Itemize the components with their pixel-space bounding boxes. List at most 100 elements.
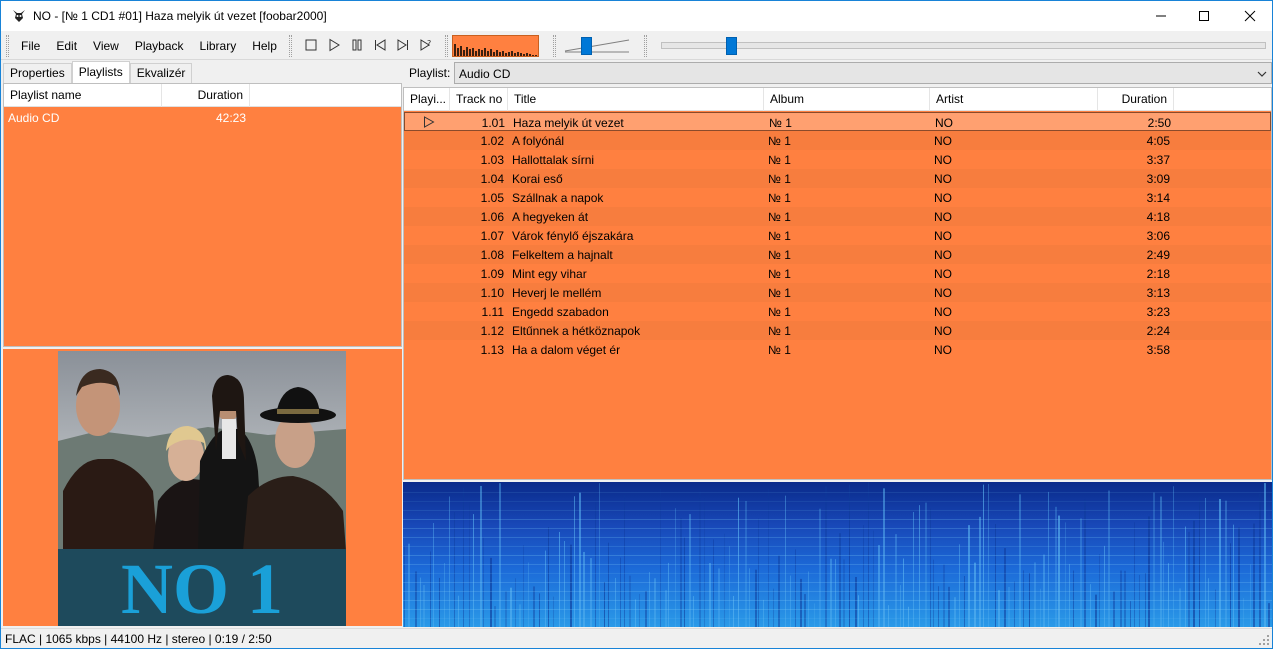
now-playing-icon xyxy=(423,116,435,131)
track-duration: 3:23 xyxy=(1146,305,1170,319)
playlist-manager: Playlist name Duration Audio CD 42:23 xyxy=(3,83,402,347)
menu-file[interactable]: File xyxy=(13,35,48,57)
mini-spectrum-visualization[interactable] xyxy=(452,35,539,57)
column-playing[interactable]: Playi... xyxy=(404,88,450,111)
seek-thumb[interactable] xyxy=(726,37,737,55)
track-row[interactable]: 1.06 A hegyeken át № 1 NO 4:18 xyxy=(404,207,1271,226)
column-duration[interactable]: Duration xyxy=(162,84,250,107)
foobar2000-window: NO - [№ 1 CD1 #01] Haza melyik út vezet … xyxy=(0,0,1273,649)
track-row[interactable]: 1.04 Korai eső № 1 NO 3:09 xyxy=(404,169,1271,188)
track-album: № 1 xyxy=(768,134,791,148)
track-number: 1.01 xyxy=(481,116,505,130)
seek-bar[interactable] xyxy=(661,37,1266,55)
stop-button[interactable] xyxy=(299,34,322,56)
track-row[interactable]: 1.07 Várok fénylő éjszakára № 1 NO 3:06 xyxy=(404,226,1271,245)
playlist-row[interactable]: Audio CD 42:23 xyxy=(4,108,401,127)
title-bar[interactable]: NO - [№ 1 CD1 #01] Haza melyik út vezet … xyxy=(1,1,1272,31)
status-bar: FLAC | 1065 kbps | 44100 Hz | stereo | 0… xyxy=(1,628,1272,648)
track-number: 1.08 xyxy=(480,248,504,262)
menu-library[interactable]: Library xyxy=(192,35,245,57)
track-row[interactable]: 1.12 Eltűnnek a hétköznapok № 1 NO 2:24 xyxy=(404,321,1271,340)
track-title: Várok fénylő éjszakára xyxy=(512,229,634,243)
tab-equalizer[interactable]: Ekvalizér xyxy=(129,63,193,83)
track-row[interactable]: 1.13 Ha a dalom véget ér № 1 NO 3:58 xyxy=(404,340,1271,359)
pause-button[interactable] xyxy=(345,34,368,56)
track-number: 1.12 xyxy=(480,324,504,338)
track-row[interactable]: 1.10 Heverj le mellém № 1 NO 3:13 xyxy=(404,283,1271,302)
column-duration[interactable]: Duration xyxy=(1098,88,1174,111)
track-title: Hallottalak sírni xyxy=(512,153,595,167)
menu-playback[interactable]: Playback xyxy=(127,35,192,57)
resize-grip-icon[interactable] xyxy=(1258,634,1270,646)
album-art-panel: NO 1 xyxy=(3,349,402,626)
spectrogram-visualization[interactable] xyxy=(403,482,1272,627)
track-row[interactable]: 1.03 Hallottalak sírni № 1 NO 3:37 xyxy=(404,150,1271,169)
track-title: Mint egy vihar xyxy=(512,267,587,281)
volume-thumb[interactable] xyxy=(581,37,592,55)
track-row-playing[interactable]: 1.01 Haza melyik út vezet № 1 NO 2:50 xyxy=(404,112,1271,131)
spectrogram-image xyxy=(403,482,1272,627)
column-artist[interactable]: Artist xyxy=(930,88,1098,111)
toolbar-grip[interactable] xyxy=(6,35,9,57)
track-artist: NO xyxy=(934,343,952,357)
minimize-button[interactable] xyxy=(1138,1,1184,31)
volume-slider[interactable] xyxy=(563,37,633,55)
menu-help[interactable]: Help xyxy=(244,35,285,57)
random-button[interactable]: ? xyxy=(414,34,437,56)
left-tab-strip: Properties Playlists Ekvalizér xyxy=(3,61,193,83)
track-number: 1.04 xyxy=(480,172,504,186)
menu-view[interactable]: View xyxy=(85,35,127,57)
track-album: № 1 xyxy=(768,286,791,300)
tab-properties[interactable]: Properties xyxy=(3,63,72,83)
toolbar-grip[interactable] xyxy=(289,35,292,57)
track-title: Eltűnnek a hétköznapok xyxy=(512,324,641,338)
track-row[interactable]: 1.09 Mint egy vihar № 1 NO 2:18 xyxy=(404,264,1271,283)
column-album[interactable]: Album xyxy=(764,88,930,111)
column-playlist-name[interactable]: Playlist name xyxy=(4,84,162,107)
menu-edit[interactable]: Edit xyxy=(48,35,85,57)
track-album: № 1 xyxy=(768,248,791,262)
track-artist: NO xyxy=(934,267,952,281)
track-row[interactable]: 1.05 Szállnak a napok № 1 NO 3:14 xyxy=(404,188,1271,207)
maximize-button[interactable] xyxy=(1181,1,1227,31)
track-duration: 3:06 xyxy=(1146,229,1170,243)
track-title: A hegyeken át xyxy=(512,210,589,224)
track-album: № 1 xyxy=(768,210,791,224)
track-artist: NO xyxy=(934,286,952,300)
close-button[interactable] xyxy=(1227,1,1273,31)
tab-playlists[interactable]: Playlists xyxy=(71,61,130,83)
track-album: № 1 xyxy=(769,116,792,130)
playlist-row-name: Audio CD xyxy=(8,111,60,125)
column-title[interactable]: Title xyxy=(508,88,764,111)
track-duration: 2:24 xyxy=(1146,324,1170,338)
track-duration: 4:05 xyxy=(1146,134,1170,148)
track-number: 1.03 xyxy=(480,153,504,167)
track-duration: 4:18 xyxy=(1146,210,1170,224)
track-title: Heverj le mellém xyxy=(512,286,602,300)
track-duration: 2:50 xyxy=(1147,116,1171,130)
toolbar-grip[interactable] xyxy=(553,35,556,57)
track-number: 1.11 xyxy=(481,305,504,319)
track-artist: NO xyxy=(934,305,952,319)
toolbar-grip[interactable] xyxy=(644,35,647,57)
track-number: 1.09 xyxy=(480,267,504,281)
track-title: Felkeltem a hajnalt xyxy=(512,248,613,262)
previous-button[interactable] xyxy=(368,34,391,56)
playlist-dropdown[interactable]: Audio CD xyxy=(454,62,1272,84)
play-button[interactable] xyxy=(322,34,345,56)
next-button[interactable] xyxy=(391,34,414,56)
playlist-view: Playi... Track no Title Album Artist Dur… xyxy=(403,87,1272,480)
track-duration: 3:58 xyxy=(1146,343,1170,357)
track-row[interactable]: 1.11 Engedd szabadon № 1 NO 3:23 xyxy=(404,302,1271,321)
track-duration: 3:37 xyxy=(1146,153,1170,167)
track-artist: NO xyxy=(935,116,953,130)
pause-icon xyxy=(352,39,361,51)
track-title: A folyónál xyxy=(512,134,565,148)
seek-track[interactable] xyxy=(661,42,1266,49)
track-row[interactable]: 1.08 Felkeltem a hajnalt № 1 NO 2:49 xyxy=(404,245,1271,264)
toolbar-grip[interactable] xyxy=(445,35,448,57)
previous-icon xyxy=(374,39,385,51)
close-icon xyxy=(1244,10,1256,22)
track-row[interactable]: 1.02 A folyónál № 1 NO 4:05 xyxy=(404,131,1271,150)
column-track-no[interactable]: Track no xyxy=(450,88,508,111)
